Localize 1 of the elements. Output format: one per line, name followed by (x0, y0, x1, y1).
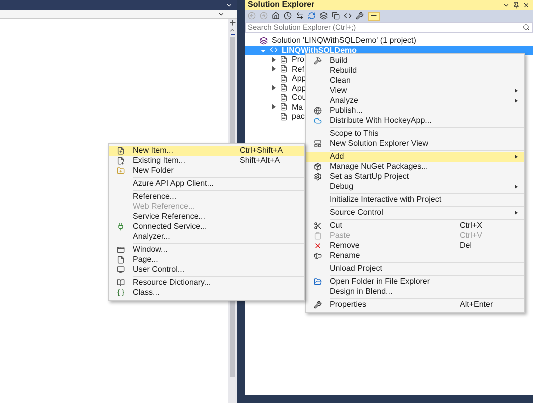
panel-title: Solution Explorer (248, 0, 316, 10)
